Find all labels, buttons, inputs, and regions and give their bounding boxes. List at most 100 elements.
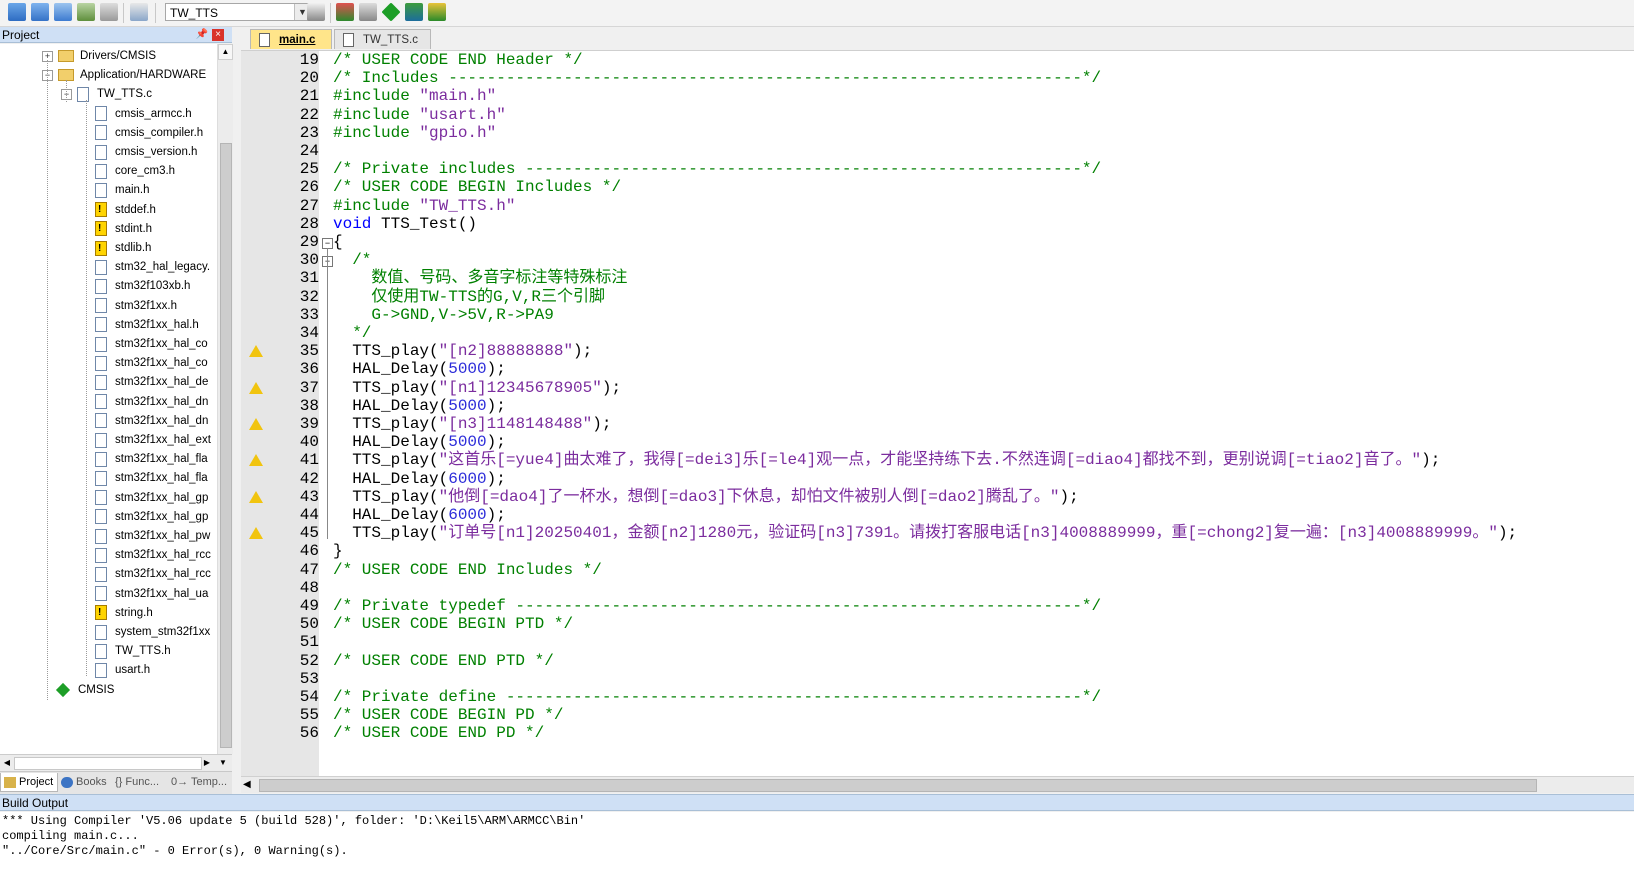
close-icon[interactable]: × [212, 29, 224, 41]
line-number: 39 [299, 415, 319, 433]
tree-item[interactable]: stm32f1xx_hal_dn [95, 411, 208, 431]
tree-item[interactable]: usart.h [95, 660, 150, 680]
tree-item[interactable]: stm32f1xx_hal_rcc [95, 545, 211, 565]
target-select[interactable]: TW_TTS ▼ [165, 3, 311, 21]
file-icon [77, 86, 89, 102]
tree-item[interactable]: cmsis_version.h [95, 142, 197, 162]
select-packs-icon[interactable] [381, 2, 401, 22]
warning-icon[interactable] [249, 490, 263, 503]
tree-item[interactable]: stm32f1xx_hal_co [95, 353, 208, 373]
file-extensions-icon[interactable] [359, 3, 377, 21]
tree-item-label: stm32f1xx_hal_pw [115, 530, 211, 542]
tree-item[interactable]: core_cm3.h [95, 161, 175, 181]
code-line: 51 [241, 633, 1634, 652]
tree-item[interactable]: − TW_TTS.c [61, 84, 152, 104]
pack-installer-icon[interactable] [405, 3, 423, 21]
warning-icon[interactable] [249, 418, 263, 430]
tree-horizontal-scrollbar[interactable]: ◀ ▶ ▼ [0, 754, 232, 771]
rebuild-icon[interactable] [54, 3, 72, 21]
warning-icon[interactable] [249, 527, 263, 540]
tree-item[interactable]: stdint.h [95, 219, 152, 239]
code-line: 26 /* USER CODE BEGIN Includes */ [241, 178, 1634, 197]
project-tree: + Drivers/CMSIS − Application/HARDWARE − TW_T… [0, 44, 217, 754]
tree-item[interactable]: CMSIS [55, 680, 114, 700]
stop-build-icon[interactable] [100, 3, 118, 21]
tree-item[interactable]: system_stm32f1xx [95, 622, 210, 642]
pack-installer-icon[interactable] [428, 3, 446, 21]
tree-item[interactable]: string.h [95, 603, 153, 623]
tree-item[interactable]: cmsis_compiler.h [95, 123, 203, 143]
tree-item[interactable]: stm32f1xx_hal_fla [95, 468, 208, 488]
code-text: /* USER CODE BEGIN PTD */ [333, 615, 573, 634]
tab-books[interactable]: Books [58, 773, 108, 791]
tree-item[interactable]: stm32f1xx_hal_dn [95, 392, 208, 412]
scroll-up-icon[interactable]: ▲ [218, 44, 233, 60]
code-text: HAL_Delay(5000); [333, 397, 506, 416]
translate-icon[interactable] [8, 3, 26, 21]
tab-tw-tts-c[interactable]: TW_TTS.c [334, 29, 431, 49]
tree-item-label: core_cm3.h [115, 165, 176, 178]
tree-item[interactable]: stm32f1xx_hal_pw [95, 526, 210, 546]
call-end: ); [486, 469, 506, 488]
build-output-panel[interactable]: *** Using Compiler 'V5.06 update 5 (buil… [0, 812, 1634, 892]
code-text: #include "gpio.h" [333, 124, 496, 143]
tree-item[interactable]: stm32f1xx_hal.h [95, 315, 199, 335]
tree-item[interactable]: stm32f1xx_hal_co [95, 334, 208, 354]
line-number: 51 [299, 633, 319, 652]
tree-item[interactable]: main.h [95, 180, 150, 200]
scrollbar-thumb[interactable] [14, 757, 202, 770]
warning-icon[interactable] [249, 454, 263, 467]
tree-item[interactable]: stm32f1xx_hal_de [95, 372, 208, 392]
scroll-down-icon[interactable]: ▼ [216, 755, 230, 770]
editor-horizontal-scrollbar[interactable]: ◀ [241, 776, 1634, 793]
build-icon[interactable] [31, 3, 49, 21]
tab-label: TW_TTS.c [363, 34, 418, 46]
tree-item-label: cmsis_version.h [115, 146, 198, 158]
tree-item[interactable]: stm32f103xb.h [95, 276, 190, 296]
line-number: 53 [299, 669, 319, 688]
call-end: ); [1421, 451, 1441, 470]
fold-guide-line [327, 248, 328, 540]
line-number: 35 [299, 342, 319, 361]
tree-item[interactable]: stddef.h [95, 200, 156, 220]
target-options-icon[interactable] [307, 3, 325, 21]
tree-item[interactable]: stm32_hal_legacy. [95, 257, 210, 277]
scroll-left-icon[interactable]: ◀ [0, 755, 14, 770]
scroll-right-icon[interactable]: ▶ [200, 755, 214, 770]
code-editor[interactable]: 19 /* USER CODE END Header */ 20 /* Include… [241, 51, 1634, 776]
tree-item[interactable]: stm32f1xx_hal_fla [95, 449, 208, 469]
tree-item[interactable]: + Drivers/CMSIS [42, 46, 156, 66]
tree-item[interactable]: stdlib.h [95, 238, 151, 259]
tab-functions[interactable]: {} Func... [112, 773, 166, 791]
tab-templates[interactable]: 0→ Temp... [168, 773, 230, 791]
warning-icon[interactable] [249, 345, 263, 358]
warning-icon[interactable] [249, 381, 263, 394]
file-icon [95, 278, 107, 294]
tree-item[interactable]: cmsis_armcc.h [95, 104, 192, 124]
tree-item[interactable]: stm32f1xx.h [95, 296, 177, 316]
comment-text: 数值、号码、多音字标注等特殊标注 [333, 269, 628, 288]
tab-project[interactable]: Project [0, 773, 58, 792]
code-line: 30− /* [241, 251, 1634, 270]
tree-item[interactable]: TW_TTS.h [95, 641, 171, 661]
pin-icon[interactable]: 📌 [196, 27, 208, 43]
tree-item[interactable]: stm32f1xx_hal_ua [95, 584, 208, 604]
tree-vertical-scrollbar[interactable]: ▲ [217, 44, 233, 754]
tree-item[interactable]: stm32f1xx_hal_gp [95, 507, 208, 527]
batch-build-icon[interactable] [77, 3, 95, 21]
string-literal: "[n1]12345678905" [438, 378, 602, 397]
tab-main-c[interactable]: main.c [250, 29, 332, 49]
manage-components-icon[interactable] [336, 3, 354, 21]
tree-item[interactable]: stm32f1xx_hal_gp [95, 488, 208, 508]
file-icon [95, 451, 107, 467]
tree-item[interactable]: stm32f1xx_hal_ext [95, 430, 211, 450]
code-plain: { [333, 233, 343, 251]
line-number: 34 [299, 324, 319, 342]
scrollbar-thumb[interactable] [259, 779, 1537, 792]
code-text: /* Private typedef ---------------------… [333, 597, 1101, 616]
scrollbar-thumb[interactable] [220, 143, 232, 748]
tree-item[interactable]: stm32f1xx_hal_rcc [95, 564, 211, 584]
file-icon [95, 413, 107, 429]
download-icon[interactable] [130, 3, 148, 21]
scroll-left-icon[interactable]: ◀ [243, 777, 251, 792]
